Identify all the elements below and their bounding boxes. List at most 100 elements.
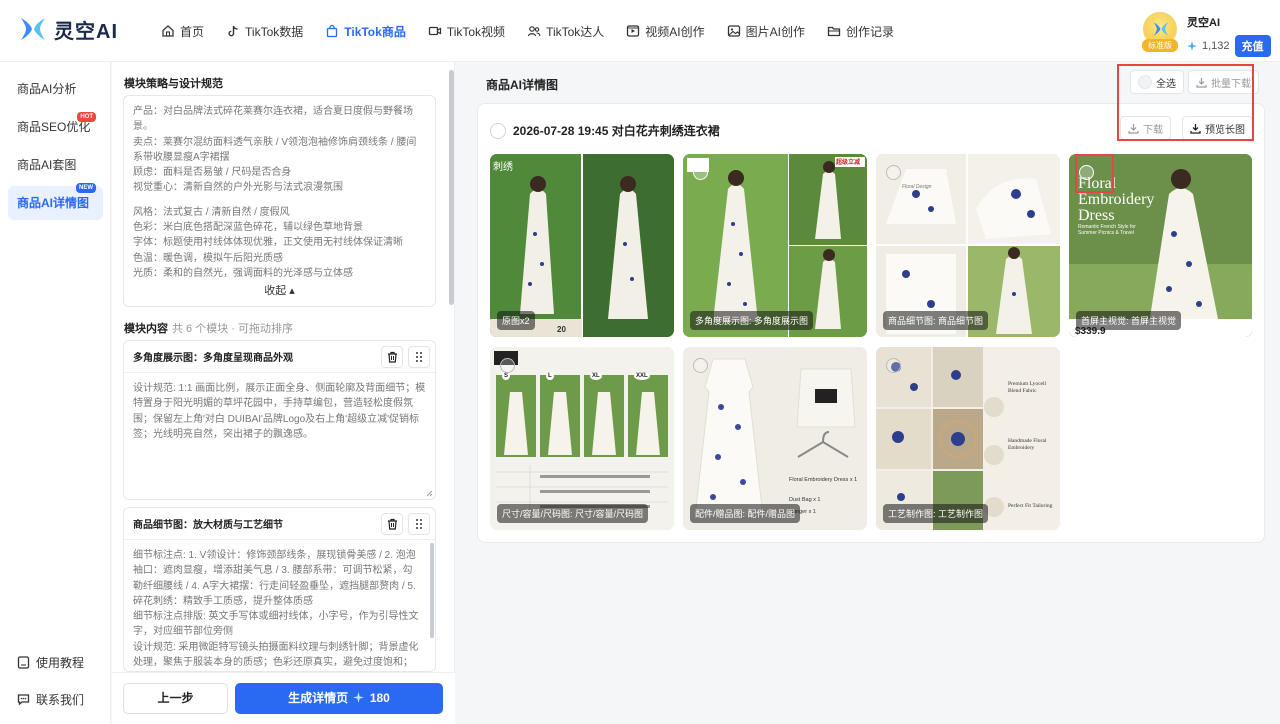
chat-icon <box>17 694 30 706</box>
logo-icon <box>1153 22 1169 36</box>
caret-up-icon: ▴ <box>289 284 295 297</box>
accessory-item: Dust Bag x 1 <box>789 497 821 503</box>
sidebar-item-label: 商品AI详情图 <box>17 196 90 210</box>
top-bar: 灵空AI 首页 TikTok数据 TikTok商品 TikTok视频 TikTo… <box>0 0 1280 62</box>
highlight-box <box>1117 64 1254 141</box>
home-icon <box>162 25 174 37</box>
overlay-text: Floral Design <box>902 184 932 190</box>
module-scrollbar[interactable] <box>430 543 434 638</box>
app-logo[interactable]: 灵空AI <box>18 14 118 44</box>
results-area: 商品AI详情图 全选 批量下载 2026-07-28 19:45 对白花卉刺绣连… <box>456 62 1280 724</box>
nav-tiktok-products[interactable]: TikTok商品 <box>314 0 417 62</box>
contact-link[interactable]: 联系我们 <box>17 691 84 708</box>
result-image-details[interactable]: Floral Design 商品细节图: 商品细节图 <box>876 154 1060 337</box>
strategy-line: 顾虑：面料是否易皱 / 尺码是否合身 <box>133 167 292 179</box>
nav-image-ai[interactable]: 图片AI创作 <box>716 0 816 62</box>
strategy-content: 产品：对白品牌法式碎花莱赛尔连衣裙，适合夏日度假与野餐场景。 卖点：莱赛尔混纺面料… <box>133 104 426 196</box>
image-label: 配件/赠品图: 配件/赠品图 <box>690 504 801 523</box>
image-label: 尺寸/容量/尺码图: 尺寸/容量/尺码图 <box>497 504 649 523</box>
nav-home[interactable]: 首页 <box>150 0 215 62</box>
sidebar-item-detail-image[interactable]: 商品AI详情图 NEW <box>8 183 103 220</box>
tutorial-label: 使用教程 <box>36 656 85 670</box>
result-image-accessories[interactable]: Floral Embroidery Dress x 1 Dust Bag x 1… <box>683 347 867 530</box>
prev-button[interactable]: 上一步 <box>123 683 228 714</box>
image-select-radio[interactable] <box>500 358 515 373</box>
image-label: 首屏主视觉: 首屏主视觉 <box>1076 311 1182 330</box>
result-image-multi-angle[interactable]: 超级立减 多角度展示图: 多角度展示图 <box>683 154 867 337</box>
module-card[interactable]: 商品细节图：放大材质与工艺细节 细节标注点: 1. V领设计：修饰颈部线条，展现… <box>123 507 436 672</box>
nav-label: TikTok达人 <box>546 24 605 39</box>
modules-subtitle: 共 6 个模块 · 可拖动排序 <box>172 323 294 335</box>
strategy-line: 视觉重心：清新自然的户外光影与法式浪漫氛围 <box>133 182 343 194</box>
drag-handle[interactable] <box>408 346 430 368</box>
result-image-size-chart[interactable]: S L XL XXL 尺寸/容量/尺码图: 尺寸/容量/尺码图 <box>490 347 674 530</box>
sidebar-item-image-set[interactable]: 商品AI套图 <box>8 148 103 182</box>
price-text: 20 <box>557 325 566 334</box>
result-image-original[interactable]: 刺绣 20 原图x2 <box>490 154 674 337</box>
sidebar-item-label: 商品AI套图 <box>17 158 77 172</box>
user-name: 灵空AI <box>1187 17 1220 29</box>
nav-video-ai[interactable]: 视频AI创作 <box>615 0 715 62</box>
image-original-scene <box>490 154 674 337</box>
delete-button[interactable] <box>381 513 403 535</box>
drag-handle[interactable] <box>408 513 430 535</box>
nav-history[interactable]: 创作记录 <box>816 0 905 62</box>
card-select-radio[interactable] <box>490 122 506 139</box>
image-select-radio[interactable] <box>693 165 708 180</box>
result-image-craft[interactable]: Premium Lyocell Blend Fabric Handmade Fl… <box>876 347 1060 530</box>
image-select-radio[interactable] <box>886 165 901 180</box>
nav-label: 图片AI创作 <box>745 24 805 39</box>
size-label: S <box>502 372 511 380</box>
nav-tiktok-creators[interactable]: TikTok达人 <box>516 0 615 62</box>
generate-button[interactable]: 生成详情页 180 <box>235 683 443 714</box>
modules-title-text: 模块内容 <box>124 323 168 335</box>
action-bar: 上一步 生成详情页 180 <box>112 672 455 724</box>
nav-tiktok-data[interactable]: TikTok数据 <box>215 0 314 62</box>
nav-label: 首页 <box>180 24 205 39</box>
nav-tiktok-videos[interactable]: TikTok视频 <box>417 0 516 62</box>
image-label: 工艺制作图: 工艺制作图 <box>883 504 989 523</box>
image-select-radio[interactable] <box>886 358 901 373</box>
nav-label: TikTok视频 <box>446 24 506 39</box>
collapse-button[interactable]: 收起 ▴ <box>124 284 435 299</box>
image-details-scene <box>876 154 1060 337</box>
user-panel: 标准版 灵空AI 1,132 充值 <box>1142 12 1271 57</box>
module-title: 多角度展示图：多角度呈现商品外观 <box>133 353 293 364</box>
topup-button[interactable]: 充值 <box>1234 35 1271 57</box>
strategy-line: 产品：对白品牌法式碎花莱赛尔连衣裙，适合夏日度假与野餐场景。 <box>133 106 413 133</box>
config-panel: 模块策略与设计规范 产品：对白品牌法式碎花莱赛尔连衣裙，适合夏日度假与野餐场景。… <box>112 62 455 724</box>
sidebar-item-ai-analysis[interactable]: 商品AI分析 <box>8 72 103 106</box>
module-card[interactable]: 多角度展示图：多角度呈现商品外观 设计规范: 1:1 画面比例，展示正面全身、侧… <box>123 340 436 500</box>
nav-label: 视频AI创作 <box>645 24 705 39</box>
shopping-bag-icon <box>327 24 338 38</box>
panel-scrollbar[interactable] <box>449 70 454 305</box>
sparkle-icon <box>1187 41 1197 51</box>
image-icon <box>727 25 740 37</box>
users-icon <box>527 26 541 37</box>
module-body[interactable]: 细节标注点: 1. V领设计：修饰颈部线条，展现锁骨美感 / 2. 泡泡袖口：遮… <box>124 540 435 671</box>
contact-label: 联系我们 <box>36 693 85 707</box>
strategy-line: 卖点：莱赛尔混纺面料透气亲肤 / V领泡泡袖修饰肩颈线条 / 腰间系带收腰显瘦A… <box>133 136 417 163</box>
sidebar-item-label: 商品AI分析 <box>17 82 77 96</box>
sidebar-item-seo[interactable]: 商品SEO优化 HOT <box>8 110 103 144</box>
drag-icon <box>416 519 422 529</box>
tutorial-link[interactable]: 使用教程 <box>17 654 84 671</box>
strategy-line: 色彩：米白底色搭配深蓝色碎花，辅以绿色草地背景 <box>133 222 363 234</box>
new-badge: NEW <box>76 183 96 193</box>
page-title: 商品AI详情图 <box>486 78 559 92</box>
drag-icon <box>416 352 422 362</box>
image-select-radio[interactable] <box>693 358 708 373</box>
strategy-line: 字体：标题使用衬线体体现优雅，正文使用无衬线体保证清晰 <box>133 237 403 249</box>
nav-label: TikTok数据 <box>245 24 304 39</box>
strategy-line: 风格：法式复古 / 清新自然 / 度假风 <box>133 206 290 218</box>
style-spec-content: 风格：法式复古 / 清新自然 / 度假风色彩：米白底色搭配深蓝色碎花，辅以绿色草… <box>133 205 426 281</box>
image-label: 多角度展示图: 多角度展示图 <box>690 311 814 330</box>
highlight-box <box>1075 154 1114 193</box>
module-body[interactable]: 设计规范: 1:1 画面比例，展示正面全身、侧面轮廓及背面细节；模特置身于阳光明… <box>124 373 435 450</box>
accessory-item: Floral Embroidery Dress x 1 <box>789 477 858 483</box>
delete-button[interactable] <box>381 346 403 368</box>
promo-tag: 超级立减 <box>836 160 861 166</box>
resize-handle-icon[interactable] <box>426 490 433 497</box>
avatar[interactable]: 标准版 <box>1142 12 1178 52</box>
size-label: L <box>546 372 554 380</box>
